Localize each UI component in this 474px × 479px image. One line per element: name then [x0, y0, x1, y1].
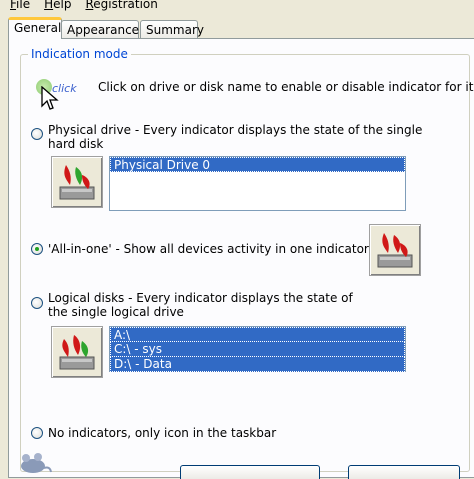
logical-disks-label-1: Logical disks - Every indicator displays…	[48, 291, 353, 305]
physical-drive-radio[interactable]	[31, 128, 43, 140]
logical-disks-icon	[51, 326, 103, 378]
menu-help[interactable]: Help	[37, 0, 78, 10]
physical-drive-label-2: hard disk	[48, 137, 104, 151]
menu-file[interactable]: File	[0, 0, 37, 10]
dialog-button-2[interactable]	[348, 465, 460, 479]
physical-drive-icon	[51, 156, 103, 208]
physical-drive-list[interactable]: Physical Drive 0	[109, 156, 406, 211]
physical-drive-label-1: Physical drive - Every indicator display…	[48, 123, 423, 137]
tab-appearance[interactable]: Appearance	[61, 20, 139, 38]
all-in-one-radio[interactable]	[31, 243, 43, 255]
all-in-one-icon	[369, 224, 421, 276]
click-hint-icon: click	[34, 76, 86, 120]
no-indicators-radio[interactable]	[31, 427, 43, 439]
list-item[interactable]: Physical Drive 0	[110, 157, 405, 172]
logical-disks-label-2: the single logical drive	[48, 305, 184, 319]
hint-text: Click on drive or disk name to enable or…	[98, 80, 474, 94]
tab-summary[interactable]: Summary	[140, 20, 204, 38]
menu-bar: File Help Registration	[0, 0, 474, 14]
no-indicators-label: No indicators, only icon in the taskbar	[48, 426, 277, 440]
list-item[interactable]: C:\ - sys	[110, 342, 405, 357]
indication-mode-title: Indication mode	[28, 47, 131, 61]
menu-registration[interactable]: Registration	[78, 0, 164, 10]
tab-general[interactable]: General	[8, 17, 62, 39]
list-item[interactable]: A:\	[110, 327, 405, 342]
logical-disks-list[interactable]: A:\ C:\ - sys D:\ - Data	[109, 326, 406, 372]
mouse-icon	[14, 446, 52, 474]
list-item[interactable]: D:\ - Data	[110, 357, 405, 372]
logical-disks-radio[interactable]	[31, 297, 43, 309]
all-in-one-label: 'All-in-one' - Show all devices activity…	[48, 242, 369, 256]
dialog-button-1[interactable]	[180, 465, 320, 479]
